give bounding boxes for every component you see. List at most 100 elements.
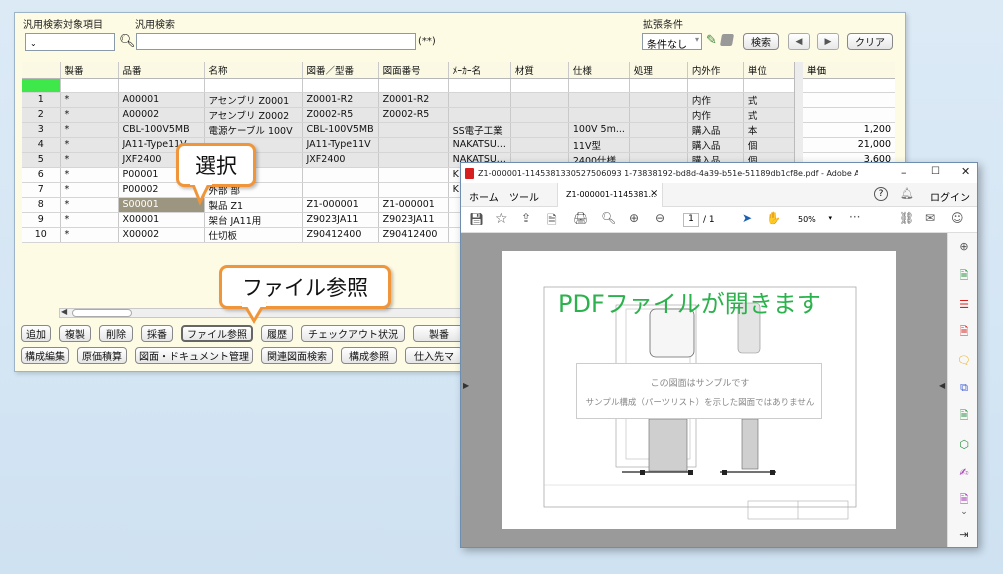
filter-cell[interactable] — [448, 78, 511, 93]
table-cell[interactable]: X00002 — [118, 227, 205, 243]
document-icon[interactable]: 🗎︎ — [547, 211, 557, 232]
table-cell[interactable]: 内作 — [687, 92, 744, 108]
table-cell[interactable] — [568, 92, 630, 108]
table-cell[interactable]: JXF2400 — [302, 152, 379, 168]
table-cell[interactable]: * — [60, 212, 119, 228]
table-cell[interactable]: * — [60, 197, 119, 213]
table-cell[interactable]: 式 — [743, 92, 802, 108]
buttons-row1-button[interactable]: 履歴 — [261, 325, 293, 342]
table-cell[interactable]: CBL-100V5MB — [118, 122, 205, 138]
table-cell[interactable]: 架台 JA11用 — [204, 212, 303, 228]
row-number[interactable]: 9 — [22, 212, 61, 228]
filter-cell[interactable] — [118, 78, 205, 93]
table-cell[interactable]: A00002 — [118, 107, 205, 123]
table-cell[interactable]: Z0001-R2 — [302, 92, 379, 108]
table-cell[interactable]: 式 — [743, 107, 802, 123]
organize-pages-icon[interactable]: ☰ — [956, 297, 972, 311]
table-cell[interactable] — [302, 167, 379, 183]
buttons-row1-button[interactable]: 製番 — [413, 325, 465, 342]
page-up-icon[interactable]: ⊕ — [629, 211, 639, 225]
eraser-icon[interactable] — [719, 34, 735, 46]
table-cell[interactable] — [629, 92, 688, 108]
table-cell[interactable]: 電源ケーブル 100V — [204, 122, 303, 138]
table-cell[interactable]: Z0002-R5 — [378, 107, 449, 123]
document-viewport[interactable]: ▶ ◀ この図面はサンプルです サンプル構成（パーツリスト）を示した図面ではあり… — [461, 233, 947, 547]
tab-tools[interactable]: ツール — [509, 189, 539, 204]
table-cell[interactable]: Z9023JA11 — [302, 212, 379, 228]
column-header[interactable]: 名称 — [204, 62, 303, 79]
table-cell[interactable]: * — [60, 137, 119, 153]
row-number[interactable]: 8 — [22, 197, 61, 213]
next-button[interactable]: ▶ — [817, 33, 839, 50]
filter-cell[interactable] — [378, 78, 449, 93]
table-cell[interactable]: JA11-Type11V — [302, 137, 379, 153]
column-header[interactable]: ﾒｰｶｰ名 — [448, 62, 511, 79]
table-cell[interactable]: * — [60, 122, 119, 138]
row-number[interactable]: 4 — [22, 137, 61, 153]
buttons-row1-button[interactable]: 複製 — [59, 325, 91, 342]
table-cell[interactable]: * — [60, 152, 119, 168]
buttons-row2-button[interactable]: 図面・ドキュメント管理 — [135, 347, 253, 364]
table-cell[interactable]: Z1-000001 — [302, 197, 379, 213]
table-cell[interactable]: 本 — [743, 122, 802, 138]
column-header[interactable]: 仕様 — [568, 62, 630, 79]
price-cell[interactable]: 21,000 — [803, 137, 895, 153]
compress-pdf-icon[interactable]: ⬡ — [956, 437, 972, 451]
tab-document[interactable]: Z1-000001-1145381... × — [557, 183, 663, 207]
save-icon[interactable]: 💾︎ — [469, 212, 484, 226]
ext-condition-select[interactable]: 条件なし ▾ — [642, 33, 702, 51]
table-cell[interactable] — [448, 107, 511, 123]
price-row[interactable]: 1,200 — [803, 122, 895, 138]
table-cell[interactable]: 11V型 — [568, 137, 630, 153]
right-panel-toggle-icon[interactable]: ◀ — [939, 381, 945, 390]
buttons-row2-button[interactable]: 構成参照 — [341, 347, 397, 364]
table-cell[interactable] — [448, 92, 511, 108]
filter-cell[interactable] — [302, 78, 379, 93]
price-cell[interactable] — [803, 107, 895, 123]
more-icon[interactable]: ··· — [849, 210, 860, 224]
table-cell[interactable] — [302, 182, 379, 198]
column-header[interactable]: 品番 — [118, 62, 205, 79]
bell-icon[interactable]: 🔔︎ — [900, 187, 914, 200]
combine-files-icon[interactable]: ⧉ — [956, 381, 972, 395]
price-cell[interactable]: 1,200 — [803, 122, 895, 138]
export-pdf-icon[interactable]: 🗎︎ — [956, 269, 972, 283]
table-cell[interactable]: アセンブリ Z0002 — [204, 107, 303, 123]
table-cell[interactable]: Z9023JA11 — [378, 212, 449, 228]
table-cell[interactable]: Z1-000001 — [378, 197, 449, 213]
table-cell[interactable]: 仕切板 — [204, 227, 303, 243]
table-cell[interactable]: 100V 5m... — [568, 122, 630, 138]
collapse-panel-icon[interactable]: ⇥ — [956, 527, 972, 541]
column-header[interactable]: 単位 — [743, 62, 802, 79]
table-cell[interactable]: Z90412400 — [378, 227, 449, 243]
table-cell[interactable] — [378, 122, 449, 138]
table-cell[interactable] — [629, 107, 688, 123]
clear-button[interactable]: クリア — [847, 33, 893, 50]
buttons-row2-button[interactable]: 関連図面検索 — [261, 347, 333, 364]
table-row[interactable]: 1 * A00001 アセンブリ Z0001 Z0001-R2 Z0001-R2 内作式 — [22, 92, 802, 108]
table-cell[interactable] — [510, 92, 569, 108]
account-icon[interactable]: ☺ — [951, 211, 964, 225]
table-cell[interactable] — [378, 182, 449, 198]
zoom-search-icon[interactable]: 🔍︎ — [601, 211, 616, 225]
table-cell[interactable]: Z0002-R5 — [302, 107, 379, 123]
table-cell[interactable] — [378, 152, 449, 168]
table-cell[interactable] — [378, 167, 449, 183]
column-header[interactable] — [22, 62, 61, 79]
column-header[interactable]: 処理 — [629, 62, 688, 79]
table-cell[interactable]: Z90412400 — [302, 227, 379, 243]
table-cell[interactable]: * — [60, 167, 119, 183]
link-icon[interactable]: ⛓ — [899, 211, 914, 225]
page-down-icon[interactable]: ⊖ — [655, 211, 665, 225]
table-cell[interactable]: CBL-100V5MB — [302, 122, 379, 138]
buttons-row1-button[interactable]: 採番 — [141, 325, 173, 342]
table-cell[interactable]: * — [60, 182, 119, 198]
row-number[interactable]: 7 — [22, 182, 61, 198]
maximize-icon[interactable]: ☐ — [931, 166, 940, 177]
scroll-left-icon[interactable]: ◀ — [61, 307, 67, 316]
row-number[interactable]: 6 — [22, 167, 61, 183]
price-cell[interactable] — [803, 92, 895, 108]
table-cell[interactable]: 購入品 — [687, 137, 744, 153]
edit-pdf-icon[interactable]: 🗎︎ — [956, 409, 972, 423]
table-cell[interactable]: 購入品 — [687, 122, 744, 138]
